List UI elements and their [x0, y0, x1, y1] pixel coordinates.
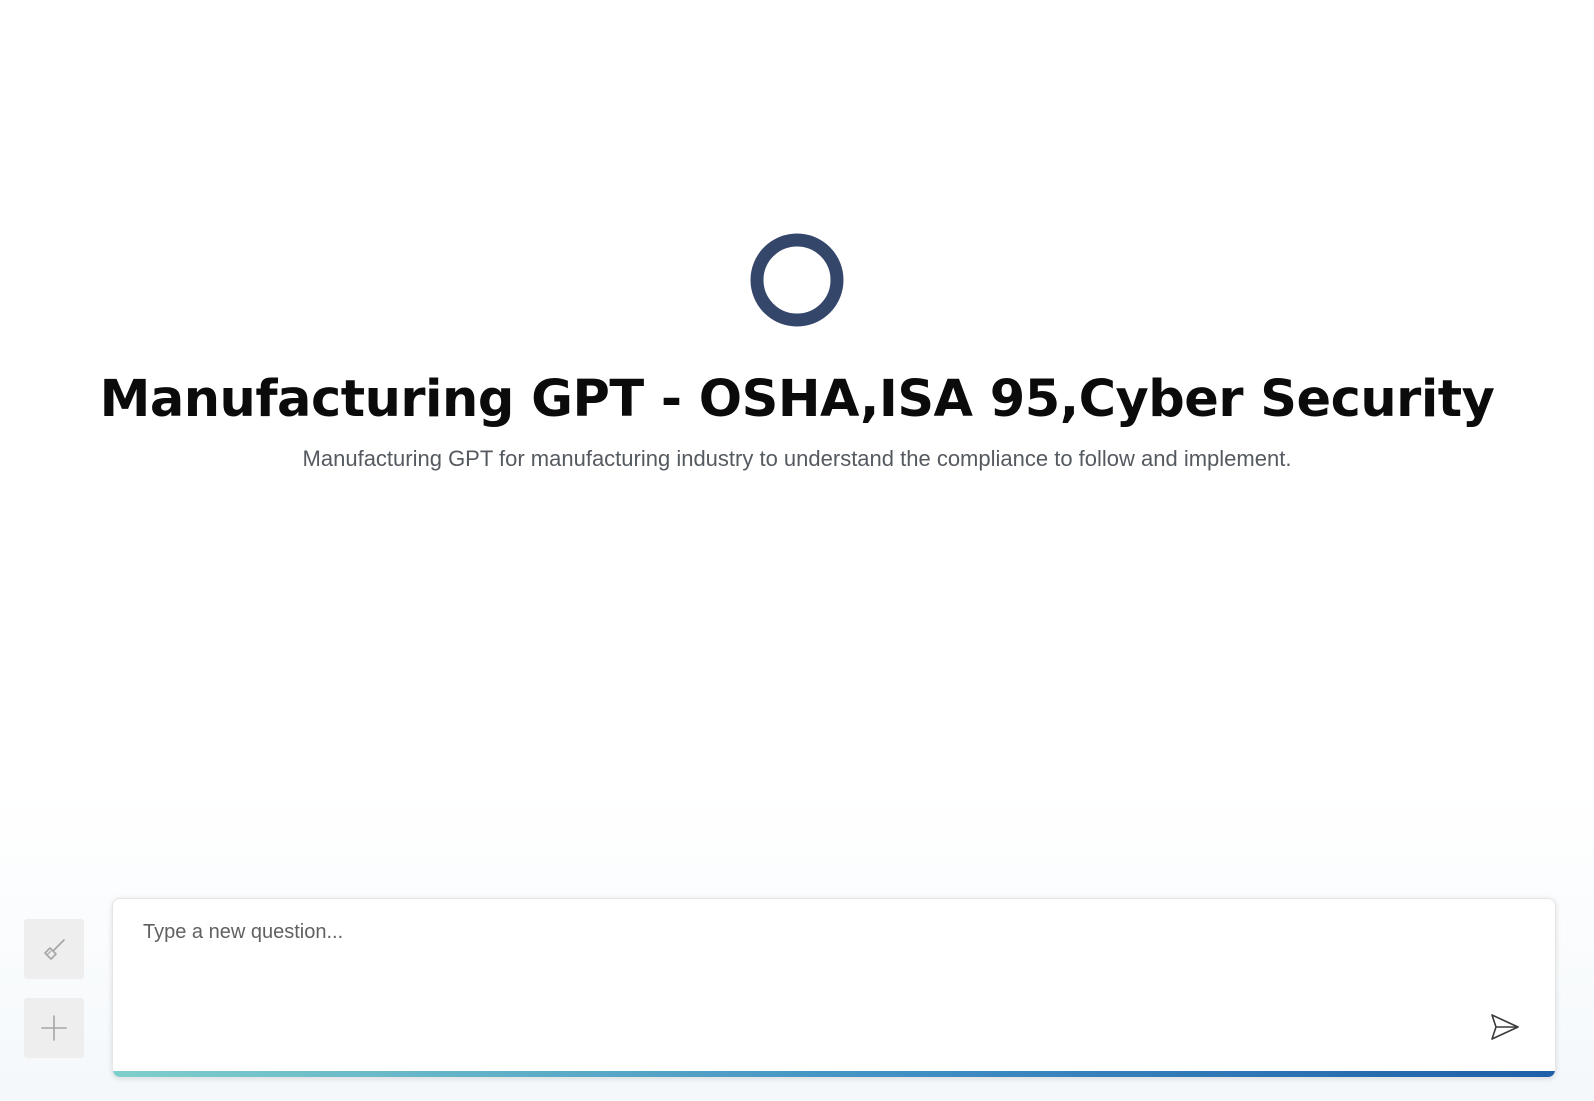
composer-accent-bar	[113, 1071, 1555, 1077]
clear-chat-button[interactable]	[24, 919, 84, 979]
page-title: Manufacturing GPT - OSHA,ISA 95,Cyber Se…	[99, 370, 1495, 429]
new-chat-button[interactable]	[24, 998, 84, 1058]
page-subtitle: Manufacturing GPT for manufacturing indu…	[302, 446, 1292, 471]
send-icon	[1491, 1014, 1519, 1040]
chat-page: Manufacturing GPT - OSHA,ISA 95,Cyber Se…	[0, 0, 1594, 1101]
send-button[interactable]	[1485, 1007, 1525, 1047]
welcome-hero: Manufacturing GPT - OSHA,ISA 95,Cyber Se…	[0, 232, 1594, 474]
question-composer	[112, 898, 1556, 1078]
broom-icon	[44, 939, 65, 960]
ring-logo-icon	[750, 233, 844, 327]
question-input[interactable]	[113, 899, 1473, 1065]
plus-icon	[41, 1015, 67, 1041]
